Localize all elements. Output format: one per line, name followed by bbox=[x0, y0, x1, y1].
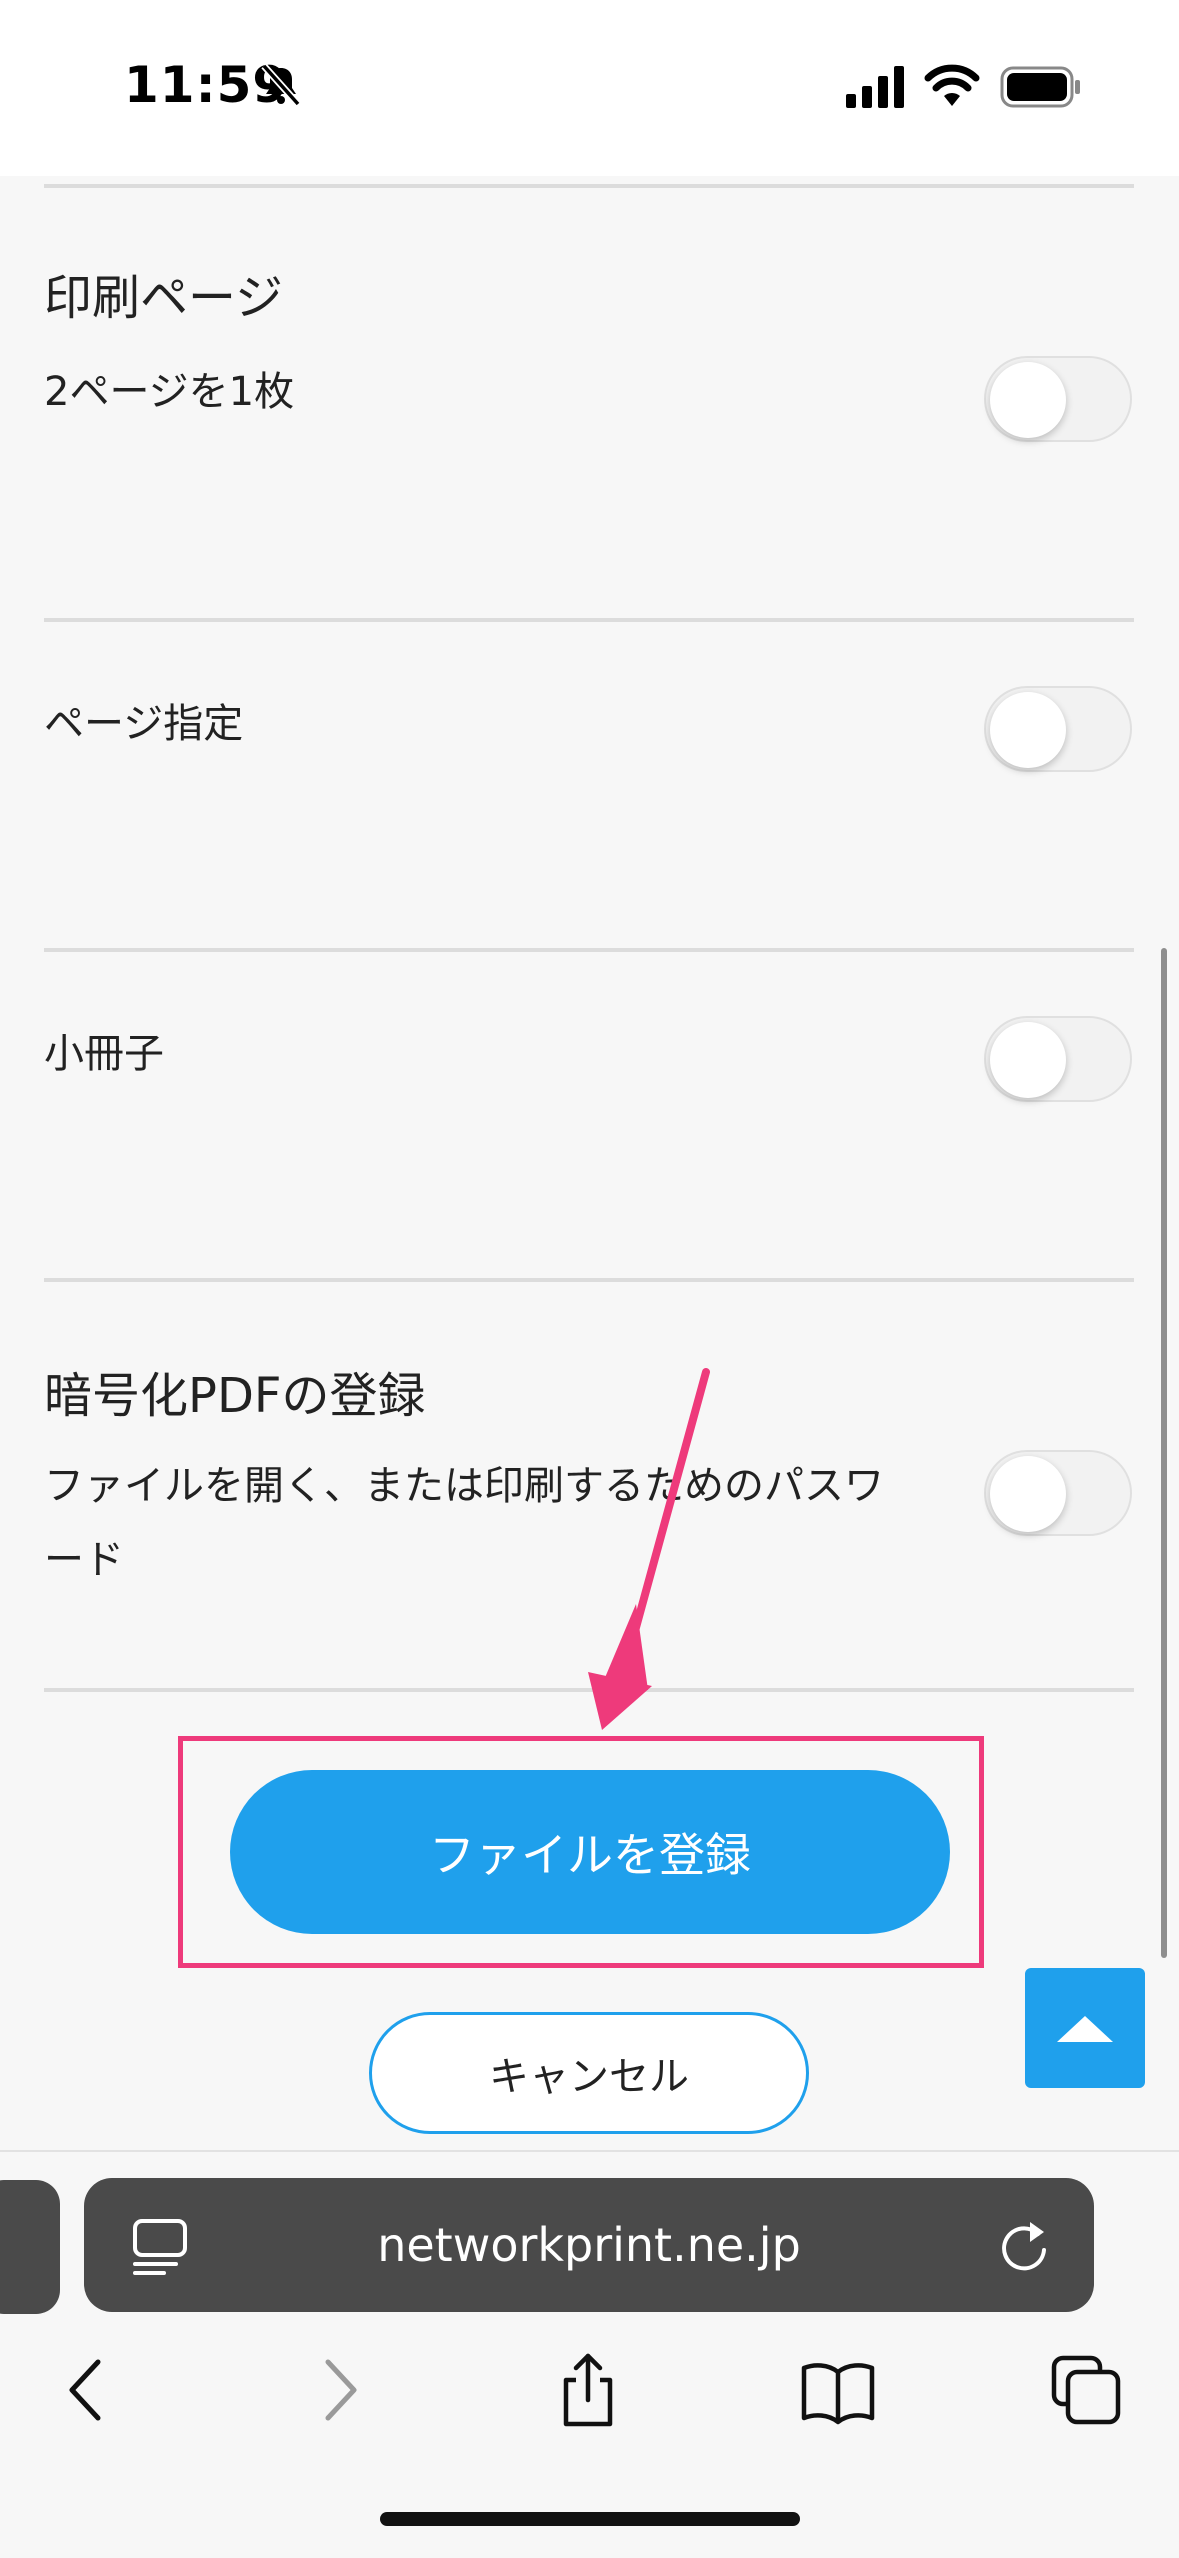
bell-muted-icon bbox=[261, 63, 301, 107]
toggle-knob bbox=[990, 1456, 1066, 1532]
battery-icon bbox=[1000, 66, 1080, 108]
toggle-knob bbox=[990, 362, 1066, 438]
encrypted-pdf-title: 暗号化PDFの登録 bbox=[44, 1368, 426, 1424]
toggle-knob bbox=[990, 1022, 1066, 1098]
bookmarks-icon[interactable] bbox=[798, 2350, 878, 2430]
wifi-icon bbox=[924, 64, 980, 106]
forward-chevron-icon[interactable] bbox=[300, 2350, 380, 2430]
back-chevron-icon[interactable] bbox=[46, 2350, 126, 2430]
password-description-line1: ファイルを開く、または印刷するためのパスワ bbox=[44, 1463, 884, 1509]
reload-icon[interactable] bbox=[998, 2216, 1054, 2276]
previous-tab-preview[interactable] bbox=[0, 2180, 60, 2314]
print-pages-title: 印刷ページ bbox=[44, 270, 284, 326]
two-pages-per-sheet-label: 2ページを1枚 bbox=[44, 369, 295, 415]
toggle-knob bbox=[990, 692, 1066, 768]
divider bbox=[44, 618, 1134, 622]
two-pages-per-sheet-toggle[interactable] bbox=[984, 356, 1132, 442]
cellular-signal-icon bbox=[846, 66, 904, 108]
divider bbox=[44, 1688, 1134, 1692]
register-file-button[interactable]: ファイルを登録 bbox=[230, 1770, 950, 1934]
cancel-button[interactable]: キャンセル bbox=[369, 2012, 809, 2134]
page-range-toggle[interactable] bbox=[984, 686, 1132, 772]
scrollbar[interactable] bbox=[1161, 948, 1167, 1958]
status-bar: 11:59 bbox=[0, 0, 1179, 176]
scroll-to-top-button[interactable] bbox=[1025, 1968, 1145, 2088]
encrypted-pdf-toggle[interactable] bbox=[984, 1450, 1132, 1536]
booklet-toggle[interactable] bbox=[984, 1016, 1132, 1102]
address-bar-url: networkprint.ne.jp bbox=[377, 2218, 801, 2272]
divider bbox=[44, 184, 1134, 188]
divider bbox=[44, 1278, 1134, 1282]
divider bbox=[44, 948, 1134, 952]
tabs-icon[interactable] bbox=[1046, 2350, 1126, 2430]
share-icon[interactable] bbox=[548, 2350, 628, 2430]
password-description-line2: ード bbox=[44, 1537, 124, 1583]
booklet-label: 小冊子 bbox=[44, 1031, 164, 1077]
page-menu-icon[interactable] bbox=[132, 2218, 188, 2276]
home-indicator bbox=[380, 2512, 800, 2526]
triangle-up-icon bbox=[1057, 2016, 1113, 2042]
page-range-label: ページ指定 bbox=[44, 701, 244, 747]
